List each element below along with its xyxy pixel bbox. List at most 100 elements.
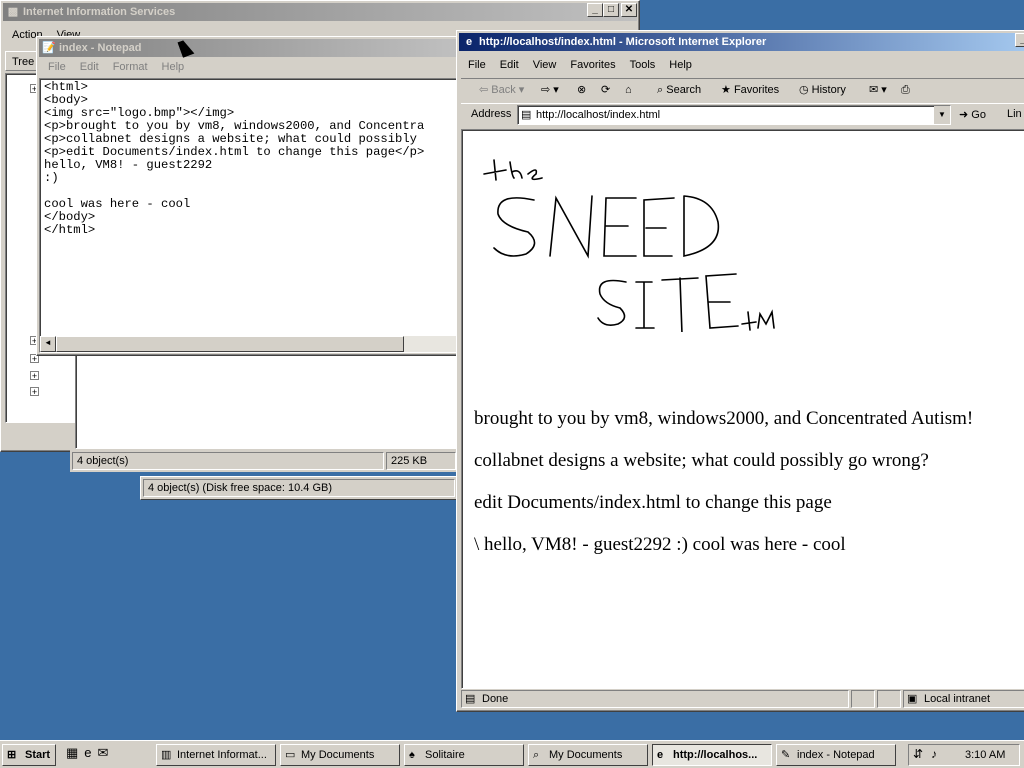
forward-arrow-icon: ⇨ <box>541 84 551 96</box>
ie-window: e http://localhost/index.html - Microsof… <box>456 30 1024 712</box>
ie-menu-favorites[interactable]: Favorites <box>563 59 622 71</box>
notepad-line: :) <box>44 171 59 185</box>
iis-titlebar[interactable]: ▩ Internet Information Services <box>3 3 637 21</box>
print-button[interactable]: ⎙ <box>901 79 910 101</box>
home-icon: ⌂ <box>625 84 632 96</box>
iis-caption-buttons: _ □ ✕ <box>587 3 637 17</box>
intranet-icon: ▣ <box>907 693 918 705</box>
ie-menu-view[interactable]: View <box>526 59 564 71</box>
forward-button[interactable]: ⇨ ▾ <box>541 79 559 101</box>
notepad-menu-file[interactable]: File <box>41 61 73 73</box>
ie-paragraph-3: edit Documents/index.html to change this… <box>474 492 832 513</box>
ie-status-done: ▤ Done <box>461 690 849 708</box>
links-label[interactable]: Lin <box>1007 108 1022 120</box>
taskbar-item-my-documents-2[interactable]: ⌕ My Documents <box>528 744 648 766</box>
maximize-button[interactable]: □ <box>603 3 619 17</box>
ie-paragraph-1: brought to you by vm8, windows2000, and … <box>474 408 974 429</box>
ie-paragraph-2: collabnet designs a website; what could … <box>474 450 929 471</box>
taskbar-item-my-documents[interactable]: ▭ My Documents <box>280 744 400 766</box>
notepad-icon: 📝 <box>42 42 56 54</box>
refresh-button[interactable]: ⟳ <box>601 79 610 101</box>
ie-menu-file[interactable]: File <box>461 59 493 71</box>
search-icon: ⌕ <box>657 84 664 96</box>
taskbar-item-notepad[interactable]: ✎ index - Notepad <box>776 744 896 766</box>
iis-task-icon: ▥ <box>161 749 172 761</box>
minimize-button[interactable]: _ <box>587 3 603 17</box>
notepad-line: </html> <box>44 223 96 237</box>
iis-statusbar: 4 object(s) 225 KB <box>70 450 460 472</box>
done-page-icon: ▤ <box>465 693 476 705</box>
start-button[interactable]: ⊞ Start <box>2 744 56 766</box>
notepad-window: 📝 index - Notepad File Edit Format Help … <box>36 36 462 356</box>
notepad-line: <html> <box>44 80 88 94</box>
taskbar-item-iis[interactable]: ▥ Internet Informat... <box>156 744 276 766</box>
mail-icon: ✉ <box>869 84 879 96</box>
home-button[interactable]: ⌂ <box>625 79 632 101</box>
notepad-line: cool was here - cool <box>44 197 191 211</box>
scroll-thumb[interactable] <box>56 336 404 352</box>
ie-menubar: File Edit View Favorites Tools Help <box>461 55 1024 75</box>
notepad-menu-format[interactable]: Format <box>106 61 155 73</box>
iis-status-count: 4 object(s) <box>72 452 384 470</box>
notepad-menu-edit[interactable]: Edit <box>73 61 106 73</box>
notepad-menu-help[interactable]: Help <box>155 61 192 73</box>
tree-expand-icon[interactable]: + <box>30 387 39 397</box>
notepad-text-area[interactable]: <html> <body> <img src="logo.bmp"></img> <p… <box>39 78 459 353</box>
go-button[interactable]: ➜ Go <box>959 108 986 121</box>
ie-menu-help[interactable]: Help <box>662 59 699 71</box>
notepad-lines: <html> <body> <img src="logo.bmp"></img> <p… <box>44 81 454 237</box>
search-button[interactable]: ⌕ Search <box>657 79 701 101</box>
cards-icon: ♠ <box>409 749 415 761</box>
go-arrow-icon: ➜ <box>959 109 969 121</box>
print-icon: ⎙ <box>901 84 910 96</box>
ie-caption-buttons: _ <box>1015 33 1024 47</box>
ie-menu-edit[interactable]: Edit <box>493 59 526 71</box>
notepad-line: </body> <box>44 210 96 224</box>
address-input[interactable]: ▤ http://localhost/index.html ▼ <box>517 105 951 125</box>
outlook-launch-icon[interactable]: ✉ <box>98 745 109 765</box>
sneed-site-logo-image <box>483 159 775 332</box>
refresh-icon: ⟳ <box>601 84 611 96</box>
history-button[interactable]: ◷ History <box>799 79 846 101</box>
address-label: Address <box>471 108 512 120</box>
notepad-titlebar[interactable]: 📝 index - Notepad <box>39 39 459 57</box>
ie-paragraph-4: \ hello, VM8! - guest2292 :) cool was he… <box>474 534 846 555</box>
ie-page-content: brought to you by vm8, windows2000, and … <box>461 129 1024 689</box>
ie-address-bar: Address ▤ http://localhost/index.html ▼ … <box>461 104 1024 126</box>
notepad-title: index - Notepad <box>59 42 142 54</box>
ie-menu-tools[interactable]: Tools <box>623 59 663 71</box>
favorites-icon: ★ <box>721 84 731 96</box>
system-tray: ⇵ ♪ 3:10 AM <box>908 744 1020 766</box>
back-button[interactable]: ⇦ Back ▾ <box>479 79 524 101</box>
explorer-status-text: 4 object(s) (Disk free space: 10.4 GB) <box>143 479 455 497</box>
mail-button[interactable]: ✉ ▾ <box>869 79 887 101</box>
notepad-hscrollbar[interactable]: ◄ <box>40 336 458 352</box>
tree-expand-icon[interactable]: + <box>30 371 39 381</box>
explorer-statusbar: 4 object(s) (Disk free space: 10.4 GB) <box>140 476 460 500</box>
notepad-menubar: File Edit Format Help <box>41 58 457 76</box>
ie-statusbar: ▤ Done ▣ Local intranet <box>461 689 1024 709</box>
close-button[interactable]: ✕ <box>621 3 637 17</box>
ie-launch-icon[interactable]: e <box>84 745 91 765</box>
taskbar-item-ie[interactable]: e http://localhos... <box>652 744 772 766</box>
network-icon[interactable]: ⇵ <box>913 747 923 761</box>
iis-title: Internet Information Services <box>23 6 176 18</box>
search-folder-icon: ⌕ <box>533 749 540 761</box>
ie-title: http://localhost/index.html - Microsoft … <box>479 36 767 48</box>
address-dropdown-icon[interactable]: ▼ <box>934 106 950 124</box>
quick-launch: ▦ e ✉ <box>66 745 108 765</box>
ie-titlebar[interactable]: e http://localhost/index.html - Microsof… <box>459 33 1024 51</box>
clock[interactable]: 3:10 AM <box>965 749 1005 761</box>
volume-icon[interactable]: ♪ <box>931 747 937 761</box>
ie-minimize-button[interactable]: _ <box>1015 33 1024 47</box>
notepad-line: hello, VM8! - guest2292 <box>44 158 213 172</box>
favorites-button[interactable]: ★ Favorites <box>721 79 779 101</box>
show-desktop-icon[interactable]: ▦ <box>66 745 78 765</box>
taskbar-item-solitaire[interactable]: ♠ Solitaire <box>404 744 524 766</box>
ie-toolbar: ⇦ Back ▾ ⇨ ▾ ⊗ ⟳ ⌂ ⌕ Search ★ Favorites … <box>461 78 1024 104</box>
stop-button[interactable]: ⊗ <box>577 79 586 101</box>
notepad-task-icon: ✎ <box>781 749 791 761</box>
page-icon: ▤ <box>521 109 532 121</box>
scroll-left-icon[interactable]: ◄ <box>40 336 56 352</box>
iis-tree-tab[interactable]: Tree <box>5 51 39 71</box>
